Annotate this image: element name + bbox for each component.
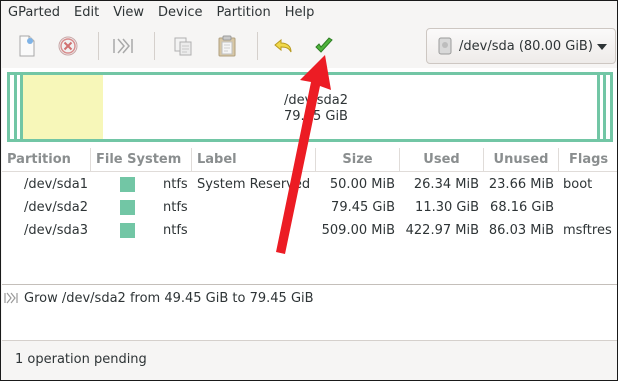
filesystem-color-swatch [120,223,135,238]
cell-unused: 23.66 MiB [488,177,554,192]
resize-move-icon [4,292,18,304]
cell-used: 26.34 MiB [413,177,479,192]
column-header-size[interactable]: Size [316,148,400,172]
undo-icon [274,38,292,53]
partition-block-name: /dev/sda2 [284,93,348,108]
operation-text: Grow /dev/sda2 from 49.45 GiB to 79.45 G… [24,290,314,306]
menu-gparted[interactable]: GParted [2,2,68,24]
cell-label: System Reserved [197,177,311,192]
toolbar-separator [257,32,258,60]
partition-block-sda2[interactable]: /dev/sda2 79.45 GiB [20,75,600,139]
column-header-label[interactable]: Label [192,148,316,172]
column-header-used[interactable]: Used [400,148,484,172]
device-selector[interactable]: /dev/sda (80.00 GiB) [426,28,616,64]
table-row[interactable]: /dev/sda3 ntfs 509.00 MiB 422.97 MiB 86.… [2,219,617,242]
menu-device[interactable]: Device [152,2,210,24]
delete-icon [58,36,78,56]
partition-block-size: 79.45 GiB [284,109,348,124]
menu-bar: GParted Edit View Device Partition Help [2,2,617,24]
resize-move-button[interactable] [109,32,137,60]
partition-visual: /dev/sda2 79.45 GiB [2,68,617,148]
menu-edit[interactable]: Edit [68,2,107,24]
cell-size: 50.00 MiB [329,177,395,192]
cell-used: 11.30 GiB [415,200,479,215]
status-bar: 1 operation pending [2,340,617,380]
gparted-window: GParted Edit View Device Partition Help [0,0,618,381]
partition-block-text: /dev/sda2 79.45 GiB [23,93,597,125]
cell-partition: /dev/sda1 [24,177,88,192]
copy-icon [174,37,192,56]
paste-icon [218,35,236,57]
apply-button[interactable] [310,32,338,60]
cell-flags: msftres [563,223,612,238]
column-header-filesystem[interactable]: File System [91,148,192,172]
cell-partition: /dev/sda2 [24,200,88,215]
hard-disk-icon [438,37,452,55]
cell-filesystem: ntfs [163,177,188,192]
paste-button[interactable] [213,32,241,60]
undo-button[interactable] [270,32,298,60]
new-document-icon [19,35,35,57]
checkmark-icon [315,37,333,53]
filesystem-color-swatch [120,200,135,215]
list-item[interactable]: Grow /dev/sda2 from 49.45 GiB to 79.45 G… [4,288,314,308]
toolbar-separator [154,32,155,60]
cell-flags: boot [563,177,593,192]
cell-size: 79.45 GiB [331,200,395,215]
column-header-unused[interactable]: Unused [484,148,559,172]
dropdown-arrow-icon [597,44,607,50]
partition-block-sda3[interactable] [603,75,610,139]
cell-partition: /dev/sda3 [24,223,88,238]
table-header: Partition File System Label Size Used Un… [2,148,617,172]
cell-size: 509.00 MiB [321,223,395,238]
partition-table: Partition File System Label Size Used Un… [2,148,617,284]
cell-unused: 68.16 GiB [490,200,554,215]
table-row[interactable]: /dev/sda2 ntfs 79.45 GiB 11.30 GiB 68.16… [2,196,617,219]
pending-operations-list: Grow /dev/sda2 from 49.45 GiB to 79.45 G… [2,284,617,340]
status-text: 1 operation pending [15,352,147,367]
filesystem-color-swatch [120,177,135,192]
menu-view[interactable]: View [107,2,152,24]
cell-unused: 86.03 MiB [488,223,554,238]
column-header-flags[interactable]: Flags [559,148,617,172]
table-row[interactable]: /dev/sda1 ntfs System Reserved 50.00 MiB… [2,173,617,196]
disk-bar: /dev/sda2 79.45 GiB [7,72,613,142]
cell-used: 422.97 MiB [405,223,479,238]
toolbar-separator [98,32,99,60]
column-header-partition[interactable]: Partition [2,148,91,172]
resize-move-icon [113,38,133,54]
menu-help[interactable]: Help [279,2,323,24]
cell-filesystem: ntfs [163,200,188,215]
new-partition-button[interactable] [13,32,41,60]
cell-filesystem: ntfs [163,223,188,238]
menu-partition[interactable]: Partition [211,2,279,24]
partition-block-sda1[interactable] [10,75,17,139]
copy-button[interactable] [169,32,197,60]
toolbar: /dev/sda (80.00 GiB) [2,24,617,68]
device-label: /dev/sda (80.00 GiB) [459,38,593,54]
delete-partition-button[interactable] [54,32,82,60]
